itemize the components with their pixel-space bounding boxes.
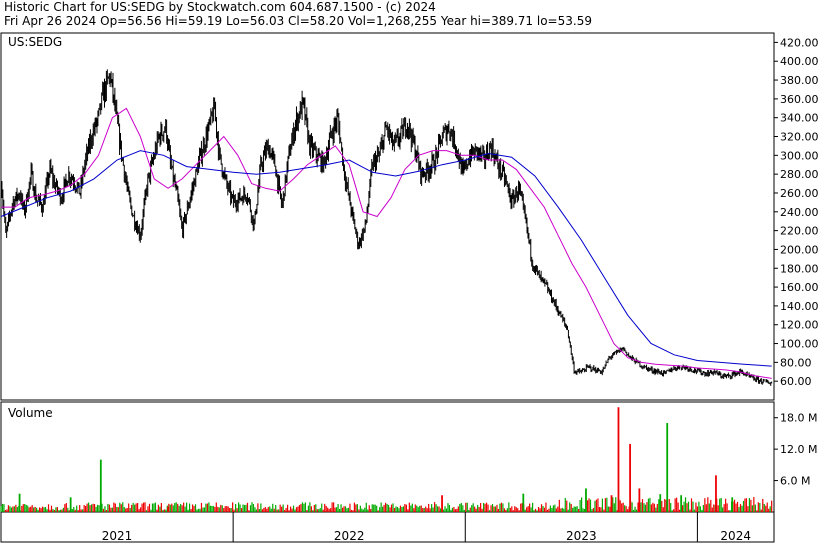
price-tick-label: 160.00: [780, 281, 819, 294]
price-tick-label: 280.00: [780, 168, 819, 181]
price-tick-label: 320.00: [780, 131, 819, 144]
volume-panel-frame: [0, 401, 775, 513]
price-panel-title: US:SEDG: [8, 35, 62, 49]
price-tick-label: 380.00: [780, 74, 819, 87]
price-tick-label: 400.00: [780, 55, 819, 68]
price-tick-label: 140.00: [780, 300, 819, 313]
volume-tick-label: 18.0 M: [780, 412, 817, 425]
volume-axis: 6.0 M 12.0 M 18.0 M: [774, 412, 817, 488]
price-tick-label: 220.00: [780, 225, 819, 238]
volume-tick-label: 12.0 M: [780, 443, 817, 456]
year-label: 2022: [334, 529, 365, 543]
year-label: 2023: [566, 529, 597, 543]
year-axis: 2021 2022 2023 2024: [102, 512, 751, 543]
volume-tick-label: 6.0 M: [780, 475, 810, 488]
long-moving-average-line: [0, 150, 772, 367]
price-tick-label: 200.00: [780, 243, 819, 256]
price-tick-label: 240.00: [780, 206, 819, 219]
year-label: 2021: [102, 529, 133, 543]
price-tick-label: 60.00: [780, 375, 812, 388]
price-tick-label: 260.00: [780, 187, 819, 200]
price-bars: [0, 69, 773, 386]
volume-panel-title: Volume: [8, 406, 53, 420]
price-tick-label: 80.00: [780, 356, 812, 369]
price-tick-label: 300.00: [780, 149, 819, 162]
volume-bars: [0, 407, 773, 512]
price-tick-label: 360.00: [780, 93, 819, 106]
year-label: 2024: [720, 529, 751, 543]
price-tick-label: 100.00: [780, 338, 819, 351]
price-panel-frame: [0, 32, 775, 401]
price-tick-label: 340.00: [780, 112, 819, 125]
moving-averages: [0, 107, 772, 379]
short-moving-average-line: [1, 107, 772, 379]
price-tick-label: 120.00: [780, 319, 819, 332]
price-tick-label: 420.00: [780, 36, 819, 49]
price-axis: 60.00 80.00 100.00 120.00 140.00 160.00 180.00…: [774, 36, 819, 388]
price-tick-label: 180.00: [780, 262, 819, 275]
stock-chart: US:SEDG Volume 60.00 80.00 100.00 120.00 140…: [0, 32, 819, 543]
